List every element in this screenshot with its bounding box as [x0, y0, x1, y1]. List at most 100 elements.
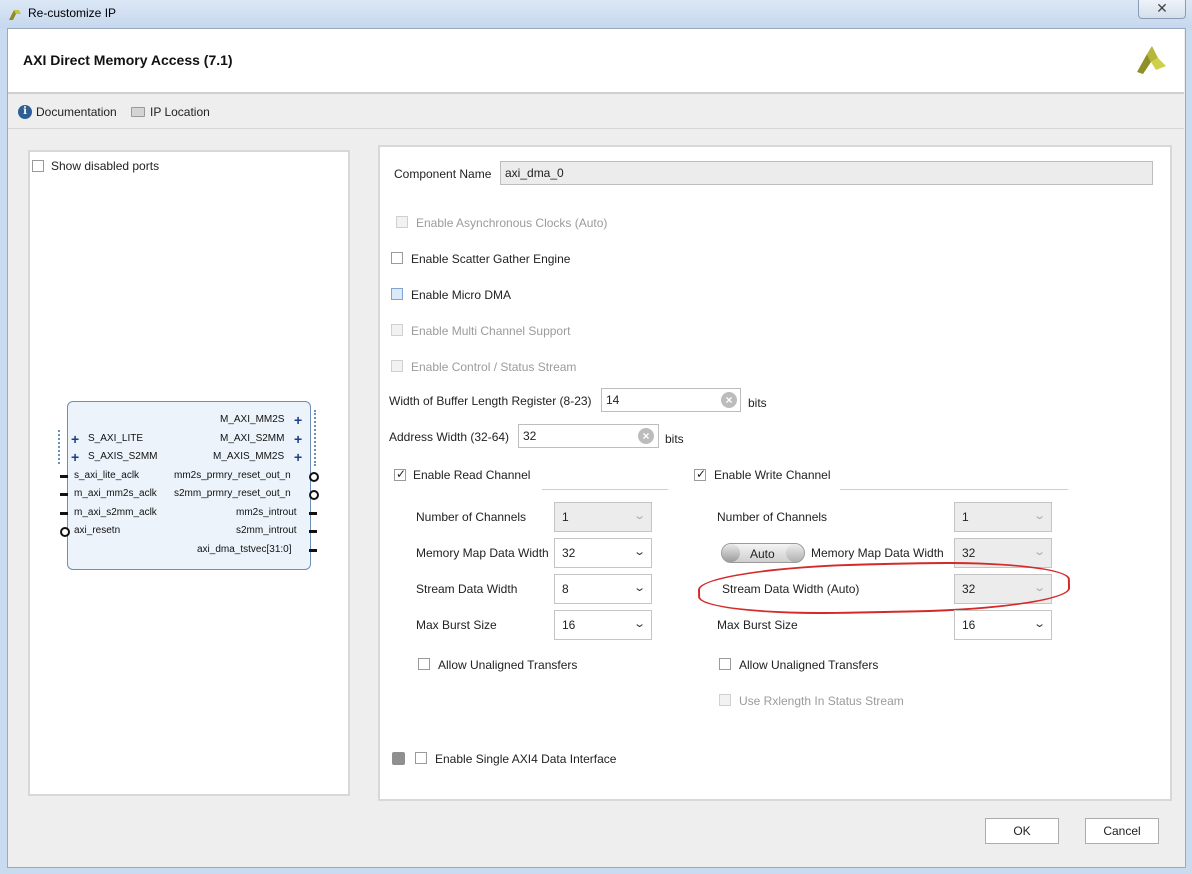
header-divider [8, 93, 1184, 94]
enable-write-channel-label: Enable Write Channel [714, 468, 831, 482]
auto-toggle-label: Auto [750, 547, 775, 561]
cancel-button[interactable]: Cancel [1085, 818, 1159, 844]
folder-icon [131, 107, 145, 117]
window-close-button[interactable]: ✕ [1138, 0, 1186, 19]
xilinx-logo-icon [1137, 46, 1166, 74]
port-pin [309, 549, 317, 552]
port-pin-inverted [309, 472, 319, 482]
port-m-axi-s2mm: M_AXI_S2MM [220, 433, 285, 444]
window-title: Re-customize IP [28, 6, 117, 20]
clear-icon[interactable]: × [721, 392, 737, 408]
port-m-axis-mm2s: M_AXIS_MM2S [213, 451, 285, 462]
select-value: 32 [962, 546, 976, 560]
write-allow-unaligned-checkbox[interactable] [719, 658, 731, 670]
enable-scatter-gather-label: Enable Scatter Gather Engine [411, 252, 571, 266]
plus-icon[interactable]: + [71, 450, 79, 464]
enable-control-status-label: Enable Control / Status Stream [411, 360, 577, 374]
port-s-axi-lite-aclk: s_axi_lite_aclk [74, 470, 140, 481]
info-icon: i [18, 105, 32, 119]
write-mm-data-width-label: Memory Map Data Width [811, 546, 944, 560]
select-value: 8 [562, 582, 569, 596]
enable-control-status-checkbox [391, 360, 403, 372]
plus-icon[interactable]: + [294, 450, 302, 464]
enable-async-clocks-label: Enable Asynchronous Clocks (Auto) [416, 216, 608, 230]
toolbar-divider [8, 128, 1184, 129]
clear-icon[interactable]: × [638, 428, 654, 444]
read-max-burst-label: Max Burst Size [416, 618, 497, 632]
port-m-axi-s2mm-aclk: m_axi_s2mm_aclk [74, 507, 157, 518]
port-pin [60, 493, 68, 496]
buffer-length-input[interactable]: 14 [601, 388, 741, 412]
write-num-channels-select: 1 ⌄ [954, 502, 1052, 532]
read-stream-data-width-label: Stream Data Width [416, 582, 518, 596]
write-max-burst-select[interactable]: 16 ⌄ [954, 610, 1052, 640]
enable-single-axi4-label: Enable Single AXI4 Data Interface [435, 752, 617, 766]
enable-write-channel-checkbox[interactable] [694, 467, 706, 481]
component-name-field[interactable]: axi_dma_0 [500, 161, 1153, 185]
enable-read-channel-label: Enable Read Channel [413, 468, 531, 482]
port-axi-dma-tstvec: axi_dma_tstvec[31:0] [197, 544, 292, 555]
group-divider [542, 489, 668, 490]
bus-marker [58, 430, 63, 464]
port-pin [309, 530, 317, 533]
enable-read-channel-checkbox[interactable] [394, 467, 406, 481]
read-stream-data-width-select[interactable]: 8 ⌄ [554, 574, 652, 604]
ok-button[interactable]: OK [985, 818, 1059, 844]
group-divider [840, 489, 1068, 490]
write-max-burst-label: Max Burst Size [717, 618, 798, 632]
select-value: 32 [562, 546, 576, 560]
enable-multi-channel-label: Enable Multi Channel Support [411, 324, 571, 338]
enable-multi-channel-checkbox [391, 324, 403, 336]
show-disabled-ports-label: Show disabled ports [51, 159, 160, 173]
app-logo-icon [9, 10, 21, 20]
port-pin [309, 512, 317, 515]
enable-single-axi4-checkbox[interactable] [415, 752, 427, 764]
use-rxlength-label: Use Rxlength In Status Stream [739, 694, 904, 708]
plus-icon[interactable]: + [71, 432, 79, 446]
ip-location-link[interactable]: IP Location [150, 105, 210, 119]
select-value: 1 [562, 510, 569, 524]
use-rxlength-checkbox [719, 694, 731, 706]
chevron-down-icon: ⌄ [1032, 546, 1046, 558]
toggle-knob [722, 544, 740, 562]
chevron-down-icon: ⌄ [1032, 510, 1046, 522]
component-name-label: Component Name [394, 167, 492, 181]
read-allow-unaligned-checkbox[interactable] [418, 658, 430, 670]
port-s2mm-introut: s2mm_introut [236, 525, 297, 536]
plus-icon[interactable]: + [294, 413, 302, 427]
write-num-channels-label: Number of Channels [717, 510, 828, 524]
port-mm2s-introut: mm2s_introut [236, 507, 297, 518]
chevron-down-icon: ⌄ [632, 618, 646, 630]
window-titlebar [0, 0, 1192, 28]
plus-icon[interactable]: + [294, 432, 302, 446]
enable-micro-dma-label: Enable Micro DMA [411, 288, 512, 302]
enable-scatter-gather-checkbox[interactable] [391, 252, 403, 264]
read-mm-data-width-select[interactable]: 32 ⌄ [554, 538, 652, 568]
chevron-down-icon: ⌄ [1032, 618, 1046, 630]
show-disabled-ports-checkbox[interactable] [32, 160, 44, 172]
chevron-down-icon: ⌄ [632, 510, 646, 522]
locked-parameter-icon [392, 752, 405, 765]
enable-micro-dma-checkbox[interactable] [391, 288, 403, 300]
documentation-link[interactable]: Documentation [36, 105, 117, 119]
port-s-axi-lite: S_AXI_LITE [88, 433, 144, 444]
port-pin-inverted [60, 527, 70, 537]
auto-toggle[interactable]: Auto [721, 543, 805, 563]
select-value: 16 [562, 618, 576, 632]
read-max-burst-select[interactable]: 16 ⌄ [554, 610, 652, 640]
chevron-down-icon: ⌄ [632, 582, 646, 594]
port-pin [60, 475, 68, 478]
read-mm-data-width-label: Memory Map Data Width [416, 546, 549, 560]
write-allow-unaligned-label: Allow Unaligned Transfers [739, 658, 879, 672]
read-num-channels-select: 1 ⌄ [554, 502, 652, 532]
buffer-length-label: Width of Buffer Length Register (8-23) [389, 394, 592, 408]
buffer-length-unit: bits [748, 396, 767, 410]
port-pin-inverted [309, 490, 319, 500]
port-axi-resetn: axi_resetn [74, 525, 121, 536]
enable-async-clocks-checkbox [396, 216, 408, 228]
port-m-axi-mm2s: M_AXI_MM2S [220, 414, 285, 425]
address-width-label: Address Width (32-64) [389, 430, 510, 444]
ip-title: AXI Direct Memory Access (7.1) [23, 52, 233, 68]
read-allow-unaligned-label: Allow Unaligned Transfers [438, 658, 578, 672]
port-s-axis-s2mm: S_AXIS_S2MM [88, 451, 158, 462]
